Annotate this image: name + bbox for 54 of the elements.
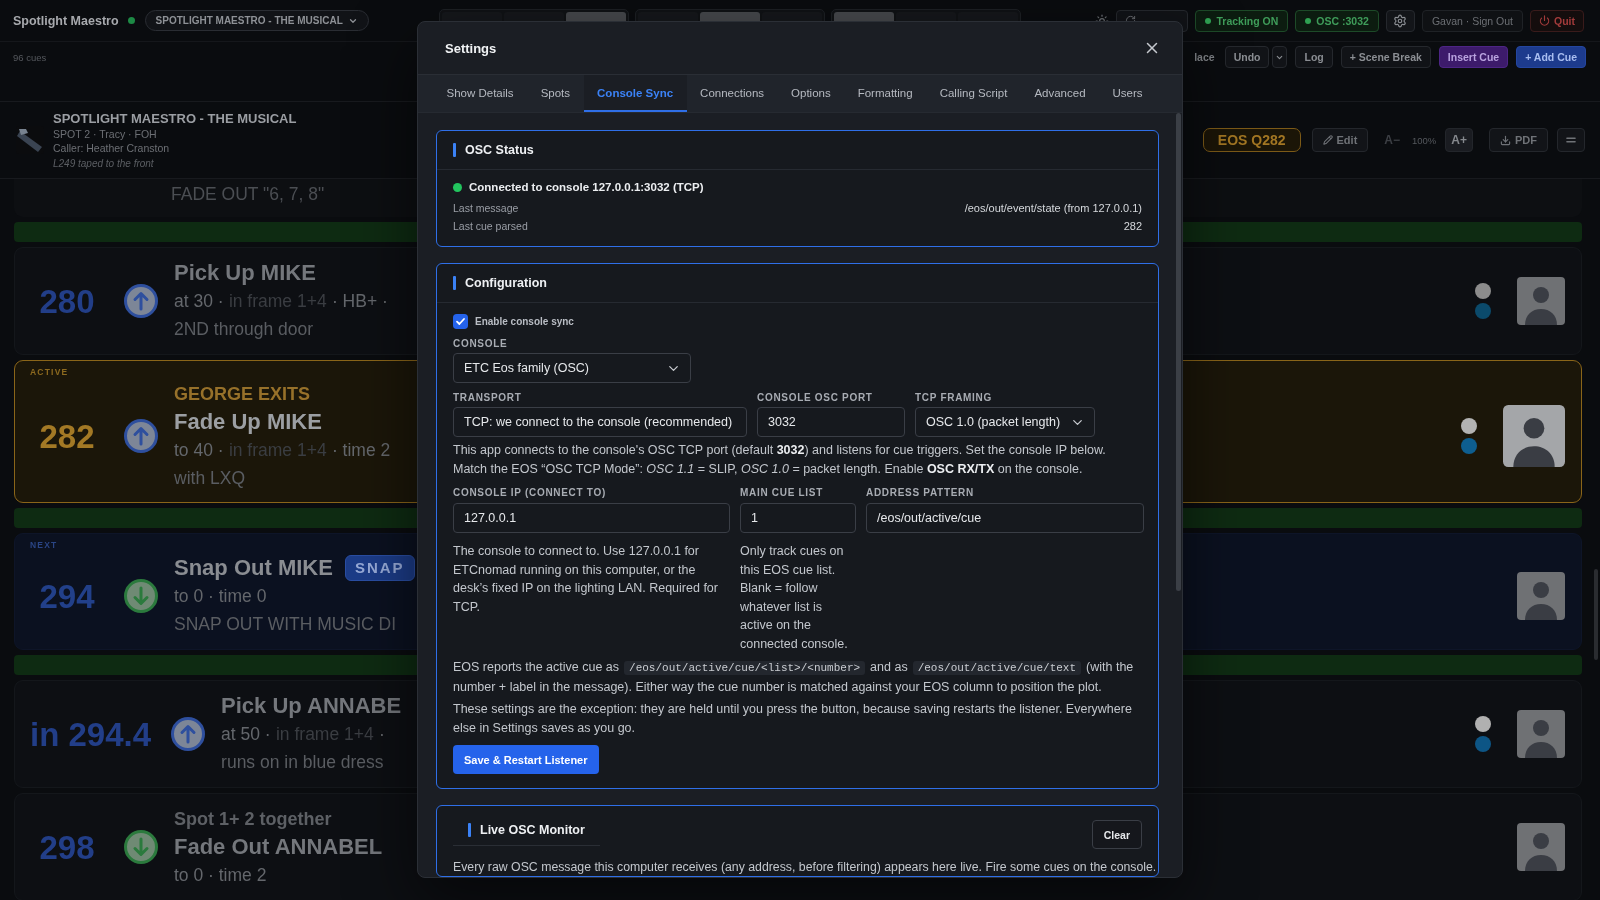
info-value: 282: [1123, 220, 1142, 232]
cue-heading: Spot 1+ 2 together: [174, 808, 332, 831]
cue-detail: to 0 · time 2: [174, 864, 267, 887]
show-title: SPOTLIGHT MAESTRO - THE MUSICAL: [53, 109, 297, 127]
section-title: Live OSC Monitor: [480, 823, 585, 837]
section-title: Configuration: [465, 276, 547, 290]
cue-title: Fade Out ANNABEL: [174, 833, 383, 861]
cue-detail: to 40 · in frame 1+4 · time 2: [174, 439, 391, 462]
cue-note: runs on in blue dress: [221, 751, 384, 774]
app-title: Spotlight Maestro: [13, 13, 119, 28]
field-hint: Only track cues on this EOS cue list. Blank = follow whatever list is active on the connected console.: [740, 543, 849, 653]
show-caller: Caller: Heather Cranston: [53, 141, 170, 156]
cue-number: 282: [38, 419, 96, 453]
field-label: CONSOLE: [453, 337, 509, 350]
cue-note: FADE OUT "6, 7, 8": [171, 184, 325, 204]
dialog-title: Settings: [445, 40, 497, 56]
show-note: L249 taped to the front: [53, 156, 154, 171]
cue-note: 2ND through door: [174, 318, 314, 341]
help-text: Every raw OSC message this computer receives (any address, before filtering) appears here live. Fire some cues on the console.: [452, 859, 1158, 876]
cue-note: SNAP OUT WITH MUSIC DI: [174, 613, 396, 636]
cue-number: 280: [38, 284, 96, 318]
cue-title: Pick Up MIKE: [174, 259, 316, 287]
cue-number: 298: [38, 830, 96, 864]
cue-note: with LXQ: [174, 467, 245, 490]
cue-title: Pick Up ANNABE: [221, 692, 402, 720]
help-text: These settings are the exception: they are held until you press the button, because saving restarts the listener. Everywhere else in Settings saves as you go.: [453, 701, 1133, 737]
connection-status: Connected to console 127.0.0.1:3032 (TCP): [469, 181, 704, 193]
field-hint: The console to connect to. Use 127.0.0.1 for ETCnomad running on this computer, or the desk’s fixed IP on the lighting LAN. Required for TCP.: [453, 543, 719, 616]
help-text: This app connects to the console's OSC TCP port (default 3032) and listens for cue triggers. Set the console IP below. Match the EOS “OSC TCP Mode”: OSC 1.1 = SLIP, OSC 1.0 = packet length. Enable OSC RX/TX on the console.: [453, 442, 1107, 478]
cue-status-label: NEXT: [30, 540, 58, 550]
field-label: CONSOLE OSC PORT: [757, 391, 874, 404]
show-details: SPOT 2 · Tracy · FOH: [53, 126, 157, 141]
checkbox-label: Enable console sync: [475, 316, 574, 327]
info-value: /eos/out/event/state (from 127.0.0.1): [964, 202, 1142, 214]
info-label: Last cue parsed: [453, 220, 528, 232]
section-title: OSC Status: [465, 143, 534, 157]
cue-count: 96 cues: [13, 51, 47, 63]
text-size-label: 100%: [1412, 134, 1437, 146]
cue-detail: to 0 · time 0: [174, 585, 267, 608]
field-label: TRANSPORT: [453, 391, 523, 404]
info-label: Last message: [453, 202, 519, 214]
cue-status-label: ACTIVE: [30, 367, 69, 377]
cue-number: in 294.4: [30, 717, 152, 751]
field-label: CONSOLE IP (CONNECT TO): [453, 486, 607, 499]
cue-number: 294: [38, 579, 96, 613]
help-text: EOS reports the active cue as /eos/out/active/cue/<list>/<number> and as /eos/out/active/cue/text (with the number + label in the message). Either way the cue number is matched against your EOS column to position the plot.: [453, 659, 1135, 696]
field-label: MAIN CUE LIST: [740, 486, 824, 499]
field-label: TCP FRAMING: [915, 391, 993, 404]
cue-type-badge: SNAP: [344, 555, 415, 581]
cue-title: Snap Out MIKE: [174, 554, 333, 582]
field-label: ADDRESS PATTERN: [866, 486, 975, 499]
cue-title: Fade Up MIKE: [174, 408, 322, 436]
cue-heading: GEORGE EXITS: [174, 383, 311, 406]
eos-cue-badge: EOS Q282: [1202, 128, 1301, 152]
